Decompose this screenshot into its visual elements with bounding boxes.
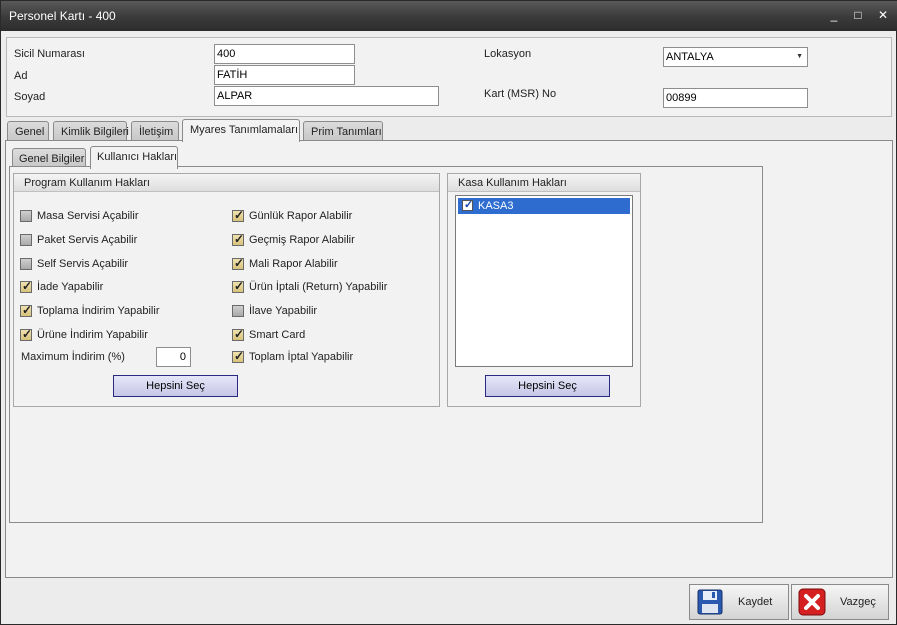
soyad-field[interactable]: ALPAR xyxy=(214,86,439,106)
program-group-title: Program Kullanım Hakları xyxy=(14,174,439,192)
tab-genel[interactable]: Genel xyxy=(7,121,49,141)
lokasyon-select[interactable]: ANTALYA ▼ xyxy=(663,47,808,67)
checkbox-box[interactable] xyxy=(232,232,244,246)
checkbox-box[interactable] xyxy=(20,279,32,293)
ad-label: Ad xyxy=(14,70,28,82)
checkbox-box[interactable] xyxy=(232,256,244,270)
lokasyon-label: Lokasyon xyxy=(484,48,532,60)
program-kullanim-group: Program Kullanım Hakları Masa Servisi Aç… xyxy=(13,173,440,407)
kullanici-haklari-panel: Program Kullanım Hakları Masa Servisi Aç… xyxy=(9,166,763,523)
checkbox-box[interactable] xyxy=(20,258,32,270)
kasa-list[interactable]: KASA3 xyxy=(455,195,633,367)
myares-tab-panel: Genel Bilgiler Kullanıcı Hakları Program… xyxy=(5,140,893,578)
checkbox-box[interactable] xyxy=(232,279,244,293)
soyad-label: Soyad xyxy=(14,91,46,103)
program-select-all-button[interactable]: Hepsini Seç xyxy=(113,375,238,397)
title-bar[interactable]: Personel Kartı - 400 _ □ ✕ xyxy=(1,1,897,31)
save-button[interactable]: Kaydet xyxy=(689,584,789,620)
cancel-label: Vazgeç xyxy=(840,596,876,608)
close-button[interactable]: ✕ xyxy=(874,7,892,23)
lokasyon-value: ANTALYA xyxy=(666,51,714,63)
kasa-select-all-button[interactable]: Hepsini Seç xyxy=(485,375,610,397)
tab-iletisim[interactable]: İletişim xyxy=(131,121,179,141)
kasa-group-title: Kasa Kullanım Hakları xyxy=(448,174,640,192)
list-item[interactable]: KASA3 xyxy=(458,198,630,214)
max-discount-field[interactable]: 0 xyxy=(156,347,191,367)
chevron-down-icon[interactable]: ▼ xyxy=(796,53,803,60)
minimize-button[interactable]: _ xyxy=(825,7,843,23)
checkbox-box[interactable] xyxy=(462,198,473,211)
tab-prim-tanimlari[interactable]: Prim Tanımları xyxy=(303,121,383,141)
personel-karti-window: Personel Kartı - 400 _ □ ✕ Sicil Numaras… xyxy=(0,0,897,625)
checkbox-box[interactable] xyxy=(20,234,32,246)
subtab-genel-bilgiler[interactable]: Genel Bilgiler xyxy=(12,148,86,168)
header-section: Sicil Numarası 400 Ad FATİH Soyad ALPAR … xyxy=(6,37,892,117)
kart-field[interactable]: 00899 xyxy=(663,88,808,108)
kasa-kullanim-group: Kasa Kullanım Hakları KASA3 Hepsini Seç xyxy=(447,173,641,407)
sicil-label: Sicil Numarası xyxy=(14,48,85,60)
kart-label: Kart (MSR) No xyxy=(484,88,557,100)
maximize-button[interactable]: □ xyxy=(849,7,867,23)
checkbox-box[interactable] xyxy=(232,349,244,363)
checkbox-box[interactable] xyxy=(232,327,244,341)
checkbox-box[interactable] xyxy=(20,327,32,341)
checkbox-box[interactable] xyxy=(232,208,244,222)
tab-myares-tanimlamalari[interactable]: Myares Tanımlamaları xyxy=(182,119,300,142)
tab-kimlik-bilgileri[interactable]: Kimlik Bilgileri xyxy=(53,121,129,141)
checkbox-box[interactable] xyxy=(232,305,244,317)
checkbox-box[interactable] xyxy=(20,303,32,317)
sicil-field[interactable]: 400 xyxy=(214,44,355,64)
ad-field[interactable]: FATİH xyxy=(214,65,355,85)
subtab-kullanici-haklari[interactable]: Kullanıcı Hakları xyxy=(90,146,178,169)
close-icon xyxy=(798,588,826,616)
checkbox-box[interactable] xyxy=(20,210,32,222)
max-discount-label: Maximum İndirim (%) xyxy=(21,351,125,363)
save-label: Kaydet xyxy=(738,596,773,608)
floppy-disk-icon xyxy=(697,589,723,615)
window-title: Personel Kartı - 400 xyxy=(9,9,116,23)
cancel-button[interactable]: Vazgeç xyxy=(791,584,889,620)
